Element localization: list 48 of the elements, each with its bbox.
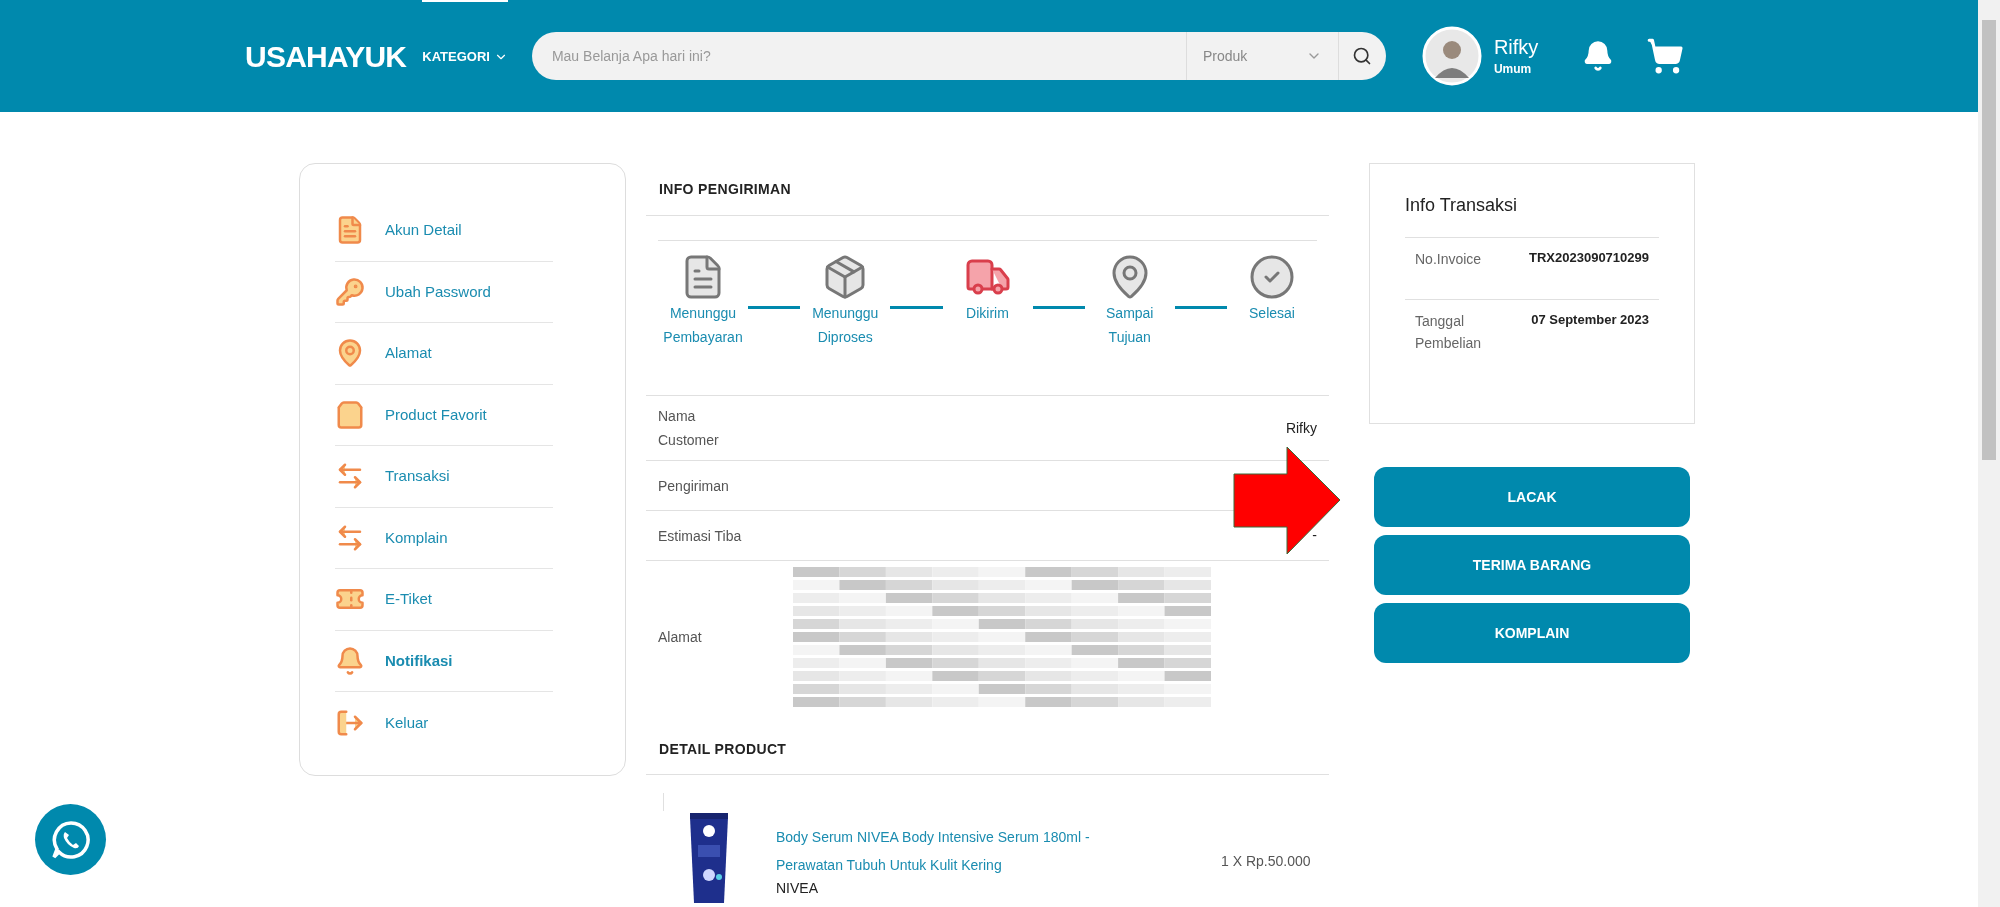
field-label: Alamat bbox=[658, 627, 703, 647]
sidebar-item[interactable]: Akun Detail bbox=[385, 219, 462, 242]
sidebar-item[interactable]: Product Favorit bbox=[385, 403, 487, 426]
category-menu[interactable]: KATEGORI bbox=[422, 0, 508, 112]
scrollbar[interactable] bbox=[1978, 0, 2000, 907]
search-field[interactable]: Mau Belanja Apa hari ini? bbox=[531, 32, 1186, 80]
field-label: Estimasi Tiba bbox=[658, 526, 743, 546]
sidebar-item[interactable]: Komplain bbox=[385, 526, 448, 549]
category-dropdown[interactable]: Produk bbox=[1185, 32, 1338, 80]
key-icon bbox=[335, 276, 365, 307]
field-value: Rifky bbox=[1285, 418, 1317, 438]
whatsapp-icon bbox=[50, 819, 91, 860]
user-role: Umum bbox=[1493, 60, 1533, 78]
field-label: Pengiriman bbox=[658, 476, 730, 496]
sidebar-item[interactable]: Alamat bbox=[385, 342, 432, 365]
logo[interactable]: USAHAYUK bbox=[245, 33, 407, 79]
step-label: Menunggu Diproses bbox=[811, 304, 880, 347]
field-label: Tanggal Pembelian bbox=[1415, 312, 1483, 353]
sidebar-item[interactable]: Ubah Password bbox=[385, 280, 491, 303]
field-value: 07 September 2023 bbox=[1531, 311, 1649, 329]
action-button[interactable]: KOMPLAIN bbox=[1374, 603, 1690, 663]
bell-icon bbox=[335, 645, 365, 676]
product-link[interactable]: Body Serum NIVEA Body Intensive Serum 180ml - Perawatan Tubuh Untuk Kulit Kering bbox=[776, 823, 1146, 879]
sidebar-item[interactable]: Transaksi bbox=[385, 465, 450, 488]
step-label: Menunggu Pembayaran bbox=[662, 304, 744, 347]
cart-icon[interactable] bbox=[1646, 37, 1685, 75]
field-label: No.Invoice bbox=[1415, 250, 1483, 269]
action-button[interactable]: LACAK bbox=[1374, 467, 1690, 527]
avatar[interactable] bbox=[1421, 26, 1482, 86]
field-value: - bbox=[1312, 526, 1317, 545]
search-button[interactable] bbox=[1337, 32, 1386, 80]
sidebar-item[interactable]: Keluar bbox=[385, 711, 429, 734]
card-title: Info Transaksi bbox=[1405, 194, 1519, 217]
section-title: DETAIL PRODUCT bbox=[659, 740, 787, 759]
user-name: Rifky bbox=[1493, 34, 1539, 60]
product-price: 1 X Rp.50.000 bbox=[1221, 852, 1311, 871]
action-button[interactable]: TERIMA BARANG bbox=[1374, 535, 1690, 595]
step-label: Dikirim bbox=[966, 304, 1009, 323]
sidebar-item[interactable]: E-Tiket bbox=[385, 588, 432, 611]
search-icon bbox=[1352, 46, 1373, 66]
step-label: Selesai bbox=[1249, 304, 1295, 323]
field-label: Nama Customer bbox=[658, 407, 720, 450]
field-value: TRX2023090710299 bbox=[1529, 249, 1649, 267]
step-label: Sampai Tujuan bbox=[1105, 304, 1155, 347]
search-input[interactable]: Mau Belanja Apa hari ini? bbox=[531, 45, 1186, 67]
sidebar-item[interactable]: Notifikasi bbox=[385, 649, 453, 672]
section-title: INFO PENGIRIMAN bbox=[659, 179, 792, 199]
product-brand: NIVEA bbox=[776, 879, 819, 897]
